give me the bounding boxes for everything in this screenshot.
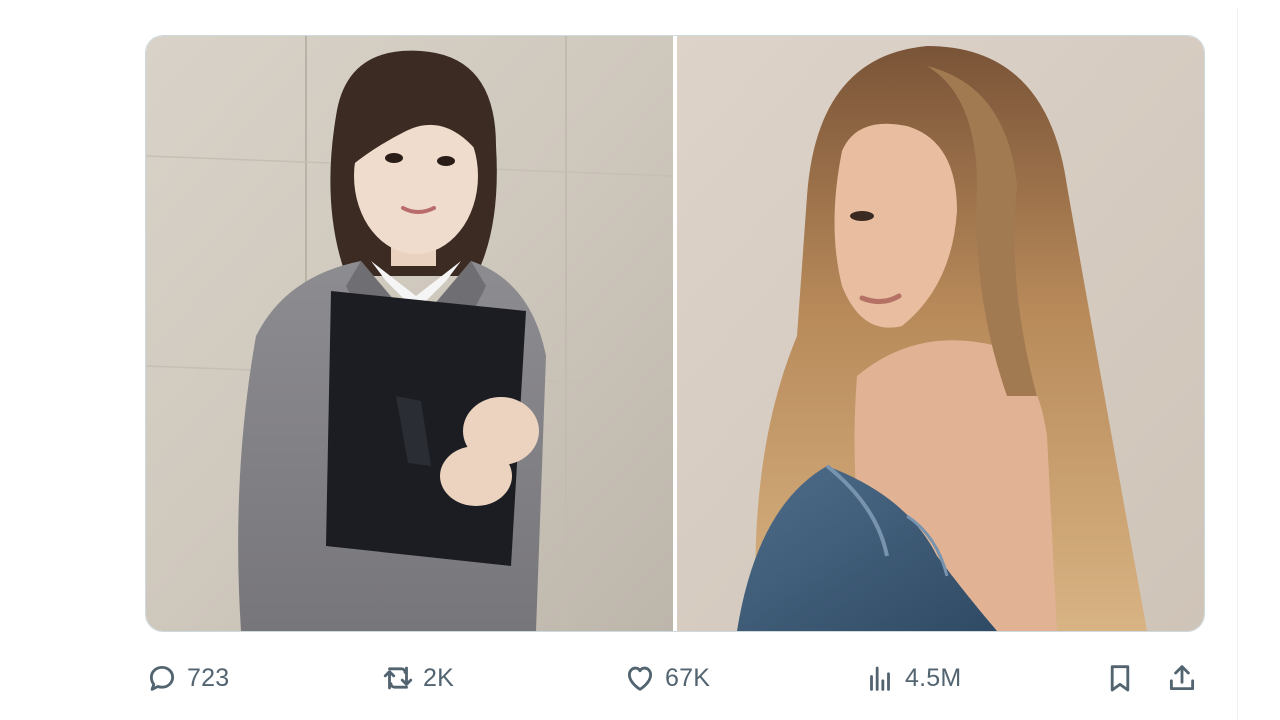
photo-left-illustration — [146, 36, 673, 631]
column-divider — [1237, 8, 1238, 720]
analytics-icon — [870, 666, 890, 691]
bookmark-button[interactable] — [1103, 656, 1137, 700]
retweet-button[interactable]: 2K — [381, 656, 454, 700]
like-count: 67K — [665, 663, 711, 692]
tweet-photo-right[interactable] — [677, 36, 1204, 631]
retweet-count: 2K — [423, 663, 454, 692]
retweet-icon — [383, 666, 413, 690]
share-icon — [1169, 665, 1195, 691]
reply-button[interactable]: 723 — [145, 656, 229, 700]
bookmark-icon — [1110, 665, 1130, 692]
views-count: 4.5M — [905, 663, 962, 692]
share-button[interactable] — [1165, 656, 1199, 700]
reply-count: 723 — [187, 663, 230, 692]
photo-right-illustration — [677, 36, 1204, 631]
reply-icon — [149, 665, 175, 691]
heart-icon — [627, 666, 653, 691]
tweet-photo-left[interactable] — [146, 36, 673, 631]
tweet-action-bar: 723 2K 67K 4.5M — [145, 656, 1203, 700]
tweet-page: 723 2K 67K 4.5M — [0, 0, 1280, 720]
tweet-media-grid — [145, 35, 1205, 632]
views-button[interactable]: 4.5M — [863, 656, 961, 700]
like-button[interactable]: 67K — [623, 656, 710, 700]
